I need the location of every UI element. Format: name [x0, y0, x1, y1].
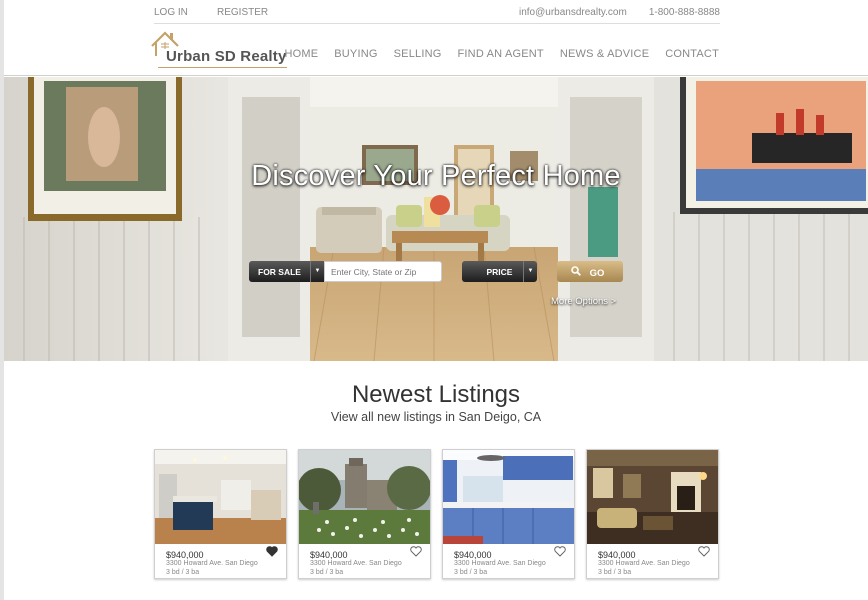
listing-beds: 3 bd / 3 ba [166, 569, 200, 576]
logo-text: Urban SD Realty [166, 48, 287, 65]
nav-contact[interactable]: CONTACT [665, 48, 719, 60]
listing-beds: 3 bd / 3 ba [598, 569, 632, 576]
location-search-input[interactable] [324, 261, 442, 282]
hero-image [4, 77, 868, 361]
listing-price: $940,000 [454, 550, 492, 560]
search-icon [571, 266, 581, 276]
nav-find-an-agent[interactable]: FIND AN AGENT [458, 48, 544, 60]
listing-beds: 3 bd / 3 ba [454, 569, 488, 576]
chevron-down-icon: ▼ [523, 261, 537, 282]
go-button[interactable]: GO [557, 261, 623, 282]
listing-price: $940,000 [166, 550, 204, 560]
nav-selling[interactable]: SELLING [394, 48, 442, 60]
sale-type-select[interactable]: FOR SALE ▼ [249, 261, 324, 282]
chevron-down-icon: ▼ [310, 261, 324, 282]
hero-title: Discover Your Perfect Home [251, 160, 621, 192]
price-label: PRICE [486, 267, 513, 277]
site-header: Urban SD Realty HOME BUYING SELLING FIND… [4, 24, 868, 76]
nav-buying[interactable]: BUYING [334, 48, 377, 60]
utility-bar: LOG IN REGISTER info@urbansdrealty.com 1… [154, 0, 720, 24]
listing-photo [155, 450, 286, 544]
heart-icon[interactable] [410, 546, 422, 557]
listings-subtitle: View all new listings in San Deigo, CA [330, 410, 542, 424]
listing-photo [587, 450, 718, 544]
listing-photo [299, 450, 430, 544]
listing-card[interactable]: $940,000 3300 Howard Ave. San Diego 3 bd… [586, 449, 719, 579]
listing-address: 3300 Howard Ave. San Diego [598, 560, 690, 567]
nav-home[interactable]: HOME [284, 48, 318, 60]
main-nav: HOME BUYING SELLING FIND AN AGENT NEWS &… [284, 48, 719, 60]
logo-underline [158, 67, 287, 68]
hero-banner: Discover Your Perfect Home FOR SALE ▼ PR… [4, 77, 868, 361]
listing-price: $940,000 [598, 550, 636, 560]
price-select[interactable]: PRICE ▼ [462, 261, 537, 282]
heart-icon[interactable] [266, 546, 278, 557]
more-options-link[interactable]: More Options > [551, 296, 616, 307]
listing-address: 3300 Howard Ave. San Diego [166, 560, 258, 567]
go-label: GO [589, 268, 605, 279]
listing-price: $940,000 [310, 550, 348, 560]
heart-icon[interactable] [554, 546, 566, 557]
listing-card[interactable]: $940,000 3300 Howard Ave. San Diego 3 bd… [298, 449, 431, 579]
phone-number[interactable]: 1-800-888-8888 [649, 7, 720, 18]
page: LOG IN REGISTER info@urbansdrealty.com 1… [4, 0, 868, 600]
listing-photo [443, 450, 574, 544]
login-link[interactable]: LOG IN [154, 7, 188, 18]
logo[interactable]: Urban SD Realty [150, 29, 295, 69]
heart-icon[interactable] [698, 546, 710, 557]
listings-title: Newest Listings [351, 381, 521, 408]
listing-card[interactable]: $940,000 3300 Howard Ave. San Diego 3 bd… [442, 449, 575, 579]
listing-address: 3300 Howard Ave. San Diego [310, 560, 402, 567]
email-link[interactable]: info@urbansdrealty.com [519, 7, 627, 18]
register-link[interactable]: REGISTER [217, 7, 268, 18]
listing-card[interactable]: $940,000 3300 Howard Ave. San Diego 3 bd… [154, 449, 287, 579]
listing-beds: 3 bd / 3 ba [310, 569, 344, 576]
listing-address: 3300 Howard Ave. San Diego [454, 560, 546, 567]
listing-cards: $940,000 3300 Howard Ave. San Diego 3 bd… [154, 449, 720, 579]
sale-type-label: FOR SALE [258, 267, 301, 277]
nav-news-advice[interactable]: NEWS & ADVICE [560, 48, 649, 60]
